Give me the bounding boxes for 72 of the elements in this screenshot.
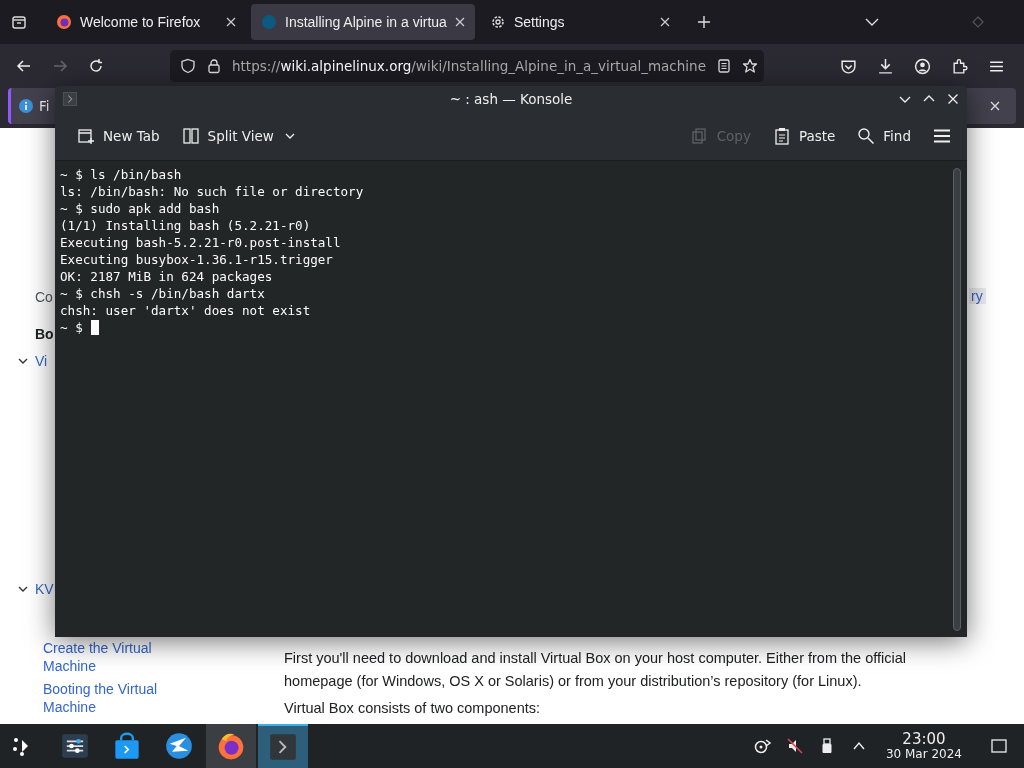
diamond-icon	[970, 14, 986, 30]
address-bar[interactable]: https://wiki.alpinelinux.org/wiki/Installing_Alpine_in_a_virtual_machine	[170, 50, 764, 82]
settings-icon	[489, 14, 506, 30]
close-icon[interactable]	[226, 17, 236, 27]
url-text: https://wiki.alpinelinux.org/wiki/Installing_Alpine_in_a_virtual_machine	[232, 58, 706, 74]
sidebar-link[interactable]: Booting the Virtual Machine	[43, 680, 173, 716]
sidebar-link[interactable]: KV	[35, 579, 54, 599]
browser-tab[interactable]: Settings	[479, 4, 680, 40]
toolbar-button[interactable]: New Tab	[71, 123, 166, 149]
toolbar-button[interactable]: Split View	[175, 123, 302, 149]
toolbar-button[interactable]: Find	[851, 123, 917, 149]
reload-icon[interactable]	[88, 58, 104, 74]
show-desktop-icon[interactable]	[990, 737, 1008, 755]
reader-view-icon[interactable]	[715, 58, 732, 74]
toc-link[interactable]: ry	[969, 288, 986, 304]
copy-icon	[690, 127, 709, 145]
terminal-line: Executing busybox-1.36.1-r15.trigger	[60, 251, 333, 268]
notification-text: Fi	[39, 98, 50, 114]
terminal-line: ~ $ ls /bin/bash	[60, 166, 182, 183]
terminal-line: chsh: user 'dartx' does not exist	[60, 302, 311, 319]
shopping-bag-icon	[113, 732, 141, 760]
extensions-icon[interactable]	[951, 57, 968, 75]
terminal-line: ~ $	[60, 319, 83, 336]
info-icon	[18, 98, 34, 114]
paragraph: Virtual Box consists of two components:	[284, 699, 542, 718]
time-text: 23:00	[902, 731, 946, 748]
terminal-line: ls: /bin/bash: No such file or directory	[60, 183, 364, 200]
clipboard-icon	[772, 127, 791, 145]
lock-icon[interactable]	[206, 58, 222, 74]
star-icon[interactable]	[741, 58, 758, 74]
download-icon[interactable]	[877, 57, 894, 75]
tab-list-icon[interactable]	[11, 14, 27, 30]
firefox-icon	[217, 732, 245, 760]
close-icon[interactable]	[454, 17, 465, 27]
forward-icon[interactable]	[52, 58, 68, 74]
sidebar-link[interactable]: Create the Virtual Machine	[43, 639, 173, 675]
firefox-icon	[56, 14, 72, 30]
plus-icon[interactable]	[695, 14, 712, 30]
site-icon	[261, 14, 277, 30]
browser-tab[interactable]: Welcome to Firefox	[46, 4, 246, 40]
paragraph: First you'll need to download and install Virtual Box on your host computer. Either from the official homepage (for Windows, OS X or Solaris) or from your distribution’s repository (for Linux).	[284, 649, 908, 691]
account-icon[interactable]	[914, 57, 931, 75]
toolbar-button[interactable]: Paste	[766, 123, 842, 149]
tab-title: Welcome to Firefox	[80, 14, 202, 30]
pocket-icon[interactable]	[840, 57, 857, 75]
terminal-line: Executing bash-5.2.21-r0.post-install	[60, 234, 341, 251]
date-text: 30 Mar 2024	[885, 747, 962, 761]
shield-icon[interactable]	[180, 58, 196, 74]
terminal-icon	[269, 733, 297, 761]
search-icon	[857, 127, 876, 145]
terminal-line: ~ $ sudo apk add bash	[60, 200, 220, 217]
terminal-line: ~ $ chsh -s /bin/bash dartx	[60, 285, 265, 302]
sidebar-label: Co	[35, 288, 53, 307]
sidebar-heading: Bo	[35, 325, 54, 344]
tab-title: Settings	[513, 14, 566, 30]
sliders-icon	[61, 732, 89, 760]
terminal-line: OK: 2187 MiB in 624 packages	[60, 268, 273, 285]
split-view-icon	[181, 127, 200, 145]
window-title: ~ : ash — Konsole	[449, 91, 573, 107]
sidebar-link[interactable]: Vi	[35, 351, 48, 371]
terminal-icon	[63, 92, 77, 106]
tab-title: Installing Alpine in a virtua	[285, 14, 447, 30]
new-tab-icon	[77, 127, 95, 145]
terminal-line: (1/1) Installing bash (5.2.21-r0)	[60, 217, 311, 234]
close-icon[interactable]	[990, 101, 1000, 111]
speaker-icon[interactable]	[785, 737, 804, 755]
browser-tab[interactable]: Installing Alpine in a virtua	[251, 4, 475, 40]
menu-icon[interactable]	[933, 127, 951, 145]
back-icon[interactable]	[16, 58, 32, 74]
close-icon[interactable]	[659, 17, 670, 27]
clock[interactable]: 23:00 30 Mar 2024	[885, 731, 962, 761]
scrollbar[interactable]	[953, 168, 961, 631]
